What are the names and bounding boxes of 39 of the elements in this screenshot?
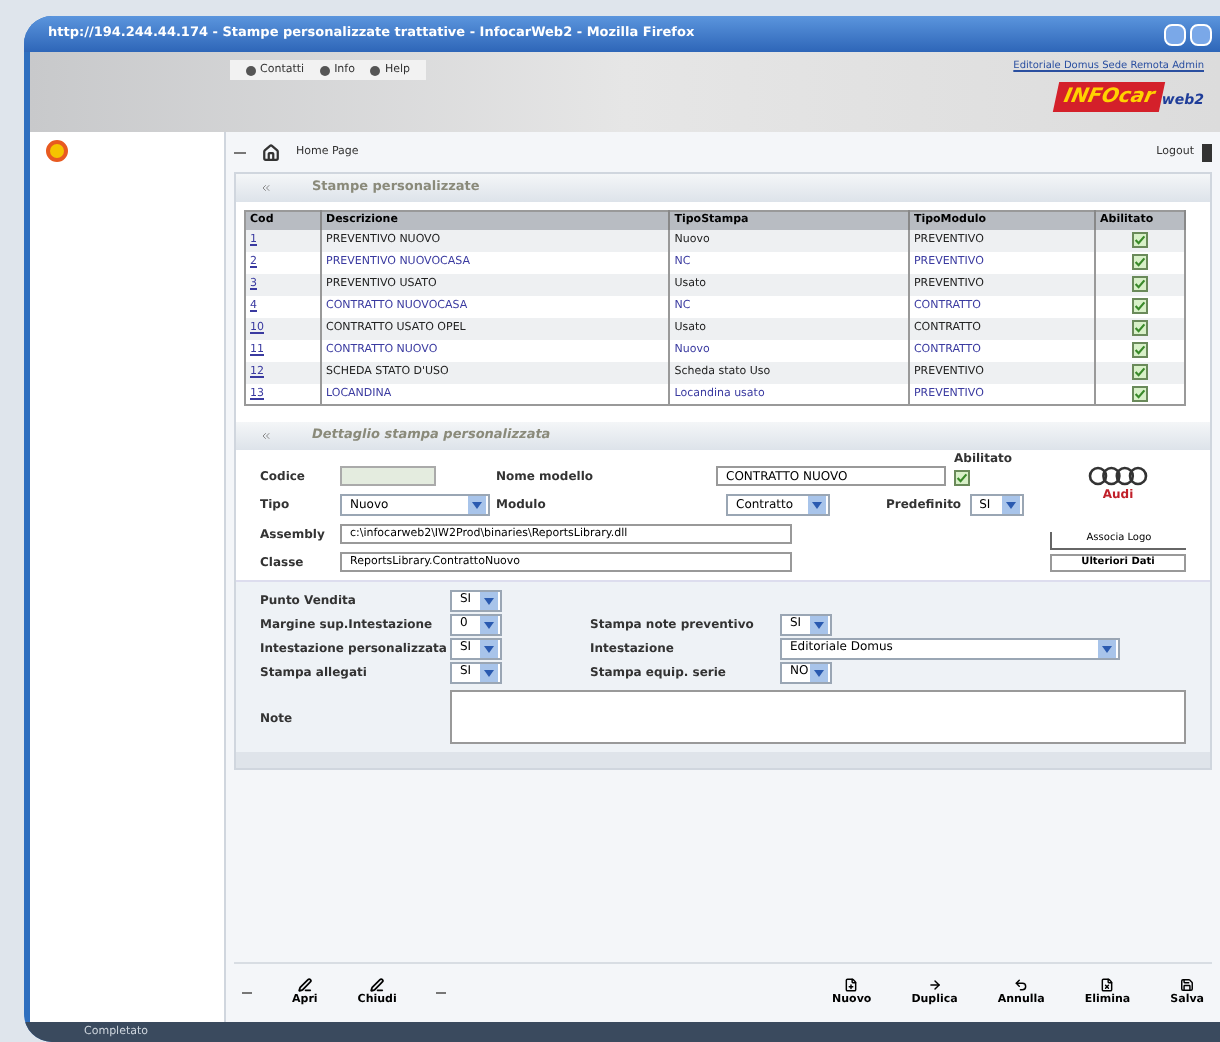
checkbox[interactable] [1132, 298, 1148, 314]
dropdown-arrow-icon [808, 496, 826, 514]
checkbox[interactable] [1132, 254, 1148, 270]
minimize-button[interactable] [1164, 23, 1186, 45]
dropdown-arrow-icon [810, 663, 828, 681]
dash-icon [242, 992, 252, 994]
dropdown-arrow-icon [1098, 639, 1116, 657]
collapse-icon[interactable] [260, 182, 272, 194]
save-icon [1180, 977, 1195, 992]
door-icon [1202, 143, 1212, 161]
note-field[interactable] [450, 690, 1186, 744]
pen-icon [370, 977, 385, 992]
new-file-icon [844, 977, 859, 992]
four-rings-icon [1088, 466, 1148, 486]
dash-icon [436, 992, 447, 994]
dash-icon [234, 151, 246, 153]
home-icon[interactable] [262, 143, 280, 161]
dropdown-arrow-icon [480, 591, 498, 609]
checkbox[interactable] [1132, 276, 1148, 292]
codice-field[interactable] [340, 466, 436, 486]
checkbox[interactable] [1132, 342, 1148, 358]
checkbox[interactable] [1132, 364, 1148, 380]
checkbox[interactable] [1132, 385, 1148, 402]
dropdown-arrow-icon [1001, 496, 1020, 514]
collapse-icon[interactable] [260, 430, 272, 442]
maximize-button[interactable] [1190, 23, 1212, 45]
checkbox[interactable] [1132, 320, 1148, 336]
dropdown-arrow-icon [468, 496, 486, 514]
checkbox[interactable] [1132, 232, 1148, 248]
dropdown-arrow-icon [480, 615, 498, 633]
checkbox[interactable] [954, 470, 970, 486]
dropdown-arrow-icon [810, 615, 828, 633]
pen-icon [297, 977, 312, 992]
dropdown-arrow-icon [480, 663, 498, 681]
dropdown-arrow-icon [480, 639, 498, 657]
undo-icon [1014, 977, 1029, 992]
file-delete-icon [1100, 977, 1115, 992]
logo-icon [46, 140, 68, 162]
arrow-right-icon [927, 977, 942, 992]
